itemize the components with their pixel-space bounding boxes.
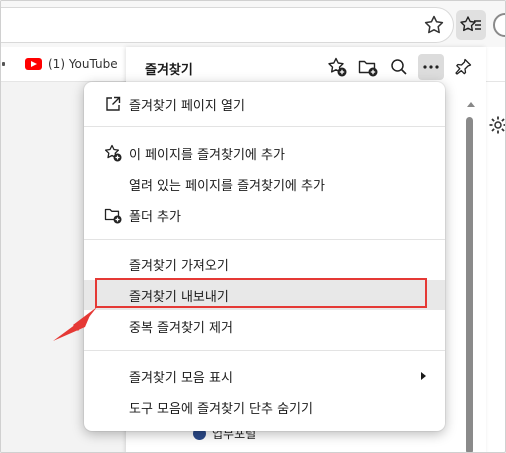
more-options-button[interactable] bbox=[418, 54, 444, 80]
menu-divider bbox=[84, 126, 445, 127]
profile-avatar[interactable] bbox=[493, 13, 505, 37]
favorites-more-menu: 즐겨찾기 페이지 열기 이 페이지를 즐겨찾기에 추가 열려 있는 페이지를 즐… bbox=[84, 82, 445, 431]
folder-add-icon bbox=[104, 206, 122, 224]
pointer-arrow-icon bbox=[51, 303, 101, 347]
bookmark-overflow-icon[interactable] bbox=[2, 62, 5, 66]
menu-item-add-folder[interactable]: 폴더 추가 bbox=[84, 200, 445, 230]
menu-item-open-favorites-page[interactable]: 즐겨찾기 페이지 열기 bbox=[84, 89, 445, 119]
menu-divider bbox=[84, 239, 445, 240]
favorites-button[interactable] bbox=[456, 10, 486, 40]
menu-item-label: 중복 즐겨찾기 제거 bbox=[129, 320, 233, 336]
menu-item-add-this-page[interactable]: 이 페이지를 즐겨찾기에 추가 bbox=[84, 138, 445, 168]
star-add-icon bbox=[104, 144, 122, 162]
menu-item-label: 이 페이지를 즐겨찾기에 추가 bbox=[129, 147, 285, 163]
open-external-icon bbox=[104, 95, 122, 113]
menu-item-label: 즐겨찾기 가져오기 bbox=[129, 258, 229, 274]
search-icon[interactable] bbox=[387, 55, 411, 79]
bookmark-youtube[interactable]: (1) YouTube bbox=[25, 55, 118, 73]
youtube-logo-icon bbox=[25, 58, 42, 70]
browser-toolbar bbox=[1, 1, 505, 47]
settings-gear-icon[interactable] bbox=[487, 114, 505, 140]
menu-item-label: 즐겨찾기 페이지 열기 bbox=[129, 98, 245, 114]
menu-divider bbox=[84, 350, 445, 351]
menu-item-label: 즐겨찾기 모음 표시 bbox=[129, 370, 233, 386]
address-bar[interactable] bbox=[1, 7, 454, 43]
menu-item-label: 즐겨찾기 내보내기 bbox=[129, 289, 229, 305]
menu-item-export-favorites[interactable]: 즐겨찾기 내보내기 bbox=[84, 280, 445, 310]
menu-item-label: 도구 모음에 즐겨찾기 단추 숨기기 bbox=[129, 401, 313, 417]
pin-icon[interactable] bbox=[451, 55, 475, 79]
menu-item-remove-duplicates[interactable]: 중복 즐겨찾기 제거 bbox=[84, 311, 445, 341]
menu-item-label: 열려 있는 페이지를 즐겨찾기에 추가 bbox=[129, 178, 325, 194]
scroll-up-arrow-icon[interactable] bbox=[467, 102, 475, 107]
submenu-arrow-icon bbox=[421, 372, 426, 380]
scrollbar-thumb[interactable] bbox=[466, 117, 473, 452]
bookmark-youtube-label: (1) YouTube bbox=[48, 57, 118, 71]
browser-window: (1) YouTube 즐겨찾기 업무포털 즐겨찾기 페이지 열기 이 페이지를… bbox=[0, 0, 506, 453]
add-favorite-star-icon[interactable] bbox=[422, 13, 446, 37]
menu-item-import-favorites[interactable]: 즐겨찾기 가져오기 bbox=[84, 249, 445, 279]
menu-item-show-favorites-bar[interactable]: 즐겨찾기 모음 표시 bbox=[84, 361, 445, 391]
menu-item-label: 폴더 추가 bbox=[129, 209, 181, 225]
add-folder-icon[interactable] bbox=[356, 55, 380, 79]
menu-item-add-open-pages[interactable]: 열려 있는 페이지를 즐겨찾기에 추가 bbox=[84, 169, 445, 199]
add-this-page-to-favorites-icon[interactable] bbox=[325, 55, 349, 79]
menu-item-hide-favorites-button[interactable]: 도구 모음에 즐겨찾기 단추 숨기기 bbox=[84, 392, 445, 422]
favorites-panel-title: 즐겨찾기 bbox=[145, 63, 193, 78]
